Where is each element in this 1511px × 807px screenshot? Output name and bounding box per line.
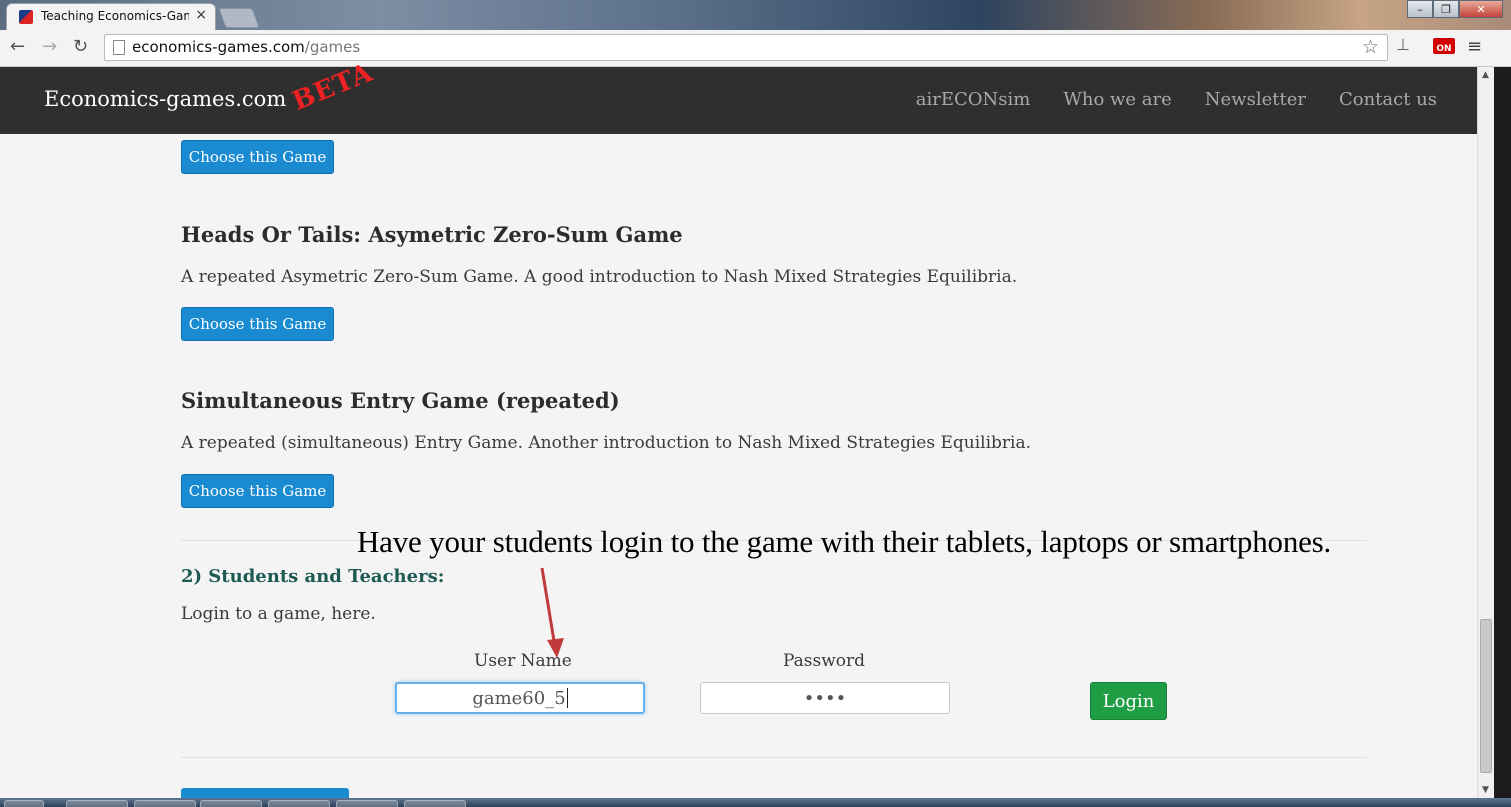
section-heading: 2) Students and Teachers: (181, 566, 445, 587)
scroll-up-icon[interactable]: ▲ (1482, 70, 1489, 80)
nav-link-who-we-are[interactable]: Who we are (1063, 89, 1171, 110)
browser-toolbar: ← → ↻ economics-games.com/games ☆ ⊥ ON ≡ (0, 30, 1511, 67)
window-titlebar: Teaching Economics-Gam × – ❐ ✕ (0, 0, 1511, 30)
game-title: Simultaneous Entry Game (repeated) (181, 388, 620, 413)
extension-scale-icon[interactable]: ⊥ (1396, 35, 1410, 54)
annotation-text: Have your students login to the game wit… (357, 524, 1332, 559)
game-title: Heads Or Tails: Asymetric Zero-Sum Game (181, 222, 683, 247)
site-navbar: Economics-games.com airECONsim Who we ar… (0, 67, 1477, 134)
section-divider (181, 757, 1367, 758)
forward-arrow-icon[interactable]: → (42, 36, 57, 57)
choose-game-button[interactable]: Choose this Game (181, 307, 334, 341)
password-value: •••• (803, 687, 847, 709)
back-arrow-icon[interactable]: ← (10, 36, 25, 57)
window-edge (1494, 67, 1511, 798)
tab-close-icon[interactable]: × (195, 7, 207, 23)
scroll-down-icon[interactable]: ▼ (1482, 785, 1489, 795)
annotation-arrow-icon (540, 567, 564, 658)
nav-link-contact[interactable]: Contact us (1339, 89, 1437, 110)
reload-icon[interactable]: ↻ (73, 36, 88, 57)
game-description: A repeated (simultaneous) Entry Game. An… (181, 433, 1031, 453)
browser-menu-icon[interactable]: ≡ (1467, 36, 1482, 57)
taskbar-item[interactable] (336, 800, 398, 807)
site-brand[interactable]: Economics-games.com (44, 87, 286, 111)
extension-on-icon[interactable]: ON (1433, 38, 1455, 54)
tab-title: Teaching Economics-Gam (41, 9, 189, 23)
section-subtitle: Login to a game, here. (181, 604, 376, 624)
password-label: Password (783, 651, 866, 671)
address-bar[interactable]: economics-games.com/games ☆ (104, 34, 1388, 61)
username-value: game60_5 (472, 687, 566, 709)
taskbar-item[interactable] (268, 800, 330, 807)
page-icon (113, 40, 125, 55)
close-window-button[interactable]: ✕ (1459, 0, 1503, 18)
minimize-button[interactable]: – (1407, 0, 1433, 18)
game-description: A repeated Asymetric Zero-Sum Game. A go… (181, 267, 1018, 287)
bookmark-star-icon[interactable]: ☆ (1362, 36, 1379, 58)
text-caret (566, 688, 568, 708)
start-button[interactable] (4, 800, 44, 807)
browser-tab[interactable]: Teaching Economics-Gam × (6, 3, 216, 30)
username-input[interactable]: game60_5 (395, 682, 645, 714)
nav-link-airecon[interactable]: airECONsim (916, 89, 1031, 110)
taskbar-item[interactable] (134, 800, 196, 807)
page-scrollbar[interactable]: ▲ ▼ (1477, 67, 1494, 798)
restore-button[interactable]: ❐ (1433, 0, 1459, 18)
username-label: User Name (474, 651, 572, 671)
new-tab-button[interactable] (218, 8, 260, 28)
scrollbar-thumb[interactable] (1480, 619, 1492, 773)
taskbar-item[interactable] (404, 800, 466, 807)
choose-game-button[interactable]: Choose this Game (181, 140, 334, 174)
url-text: economics-games.com/games (132, 38, 361, 56)
window-controls: – ❐ ✕ (1407, 0, 1503, 20)
taskbar-item[interactable] (200, 800, 262, 807)
password-input[interactable]: •••• (700, 682, 950, 714)
nav-link-newsletter[interactable]: Newsletter (1205, 89, 1306, 110)
taskbar-item[interactable] (66, 800, 128, 807)
choose-game-button[interactable]: Choose this Game (181, 474, 334, 508)
login-button[interactable]: Login (1090, 682, 1167, 720)
site-favicon-icon (19, 10, 33, 24)
nav-links: airECONsim Who we are Newsletter Contact… (916, 89, 1437, 110)
